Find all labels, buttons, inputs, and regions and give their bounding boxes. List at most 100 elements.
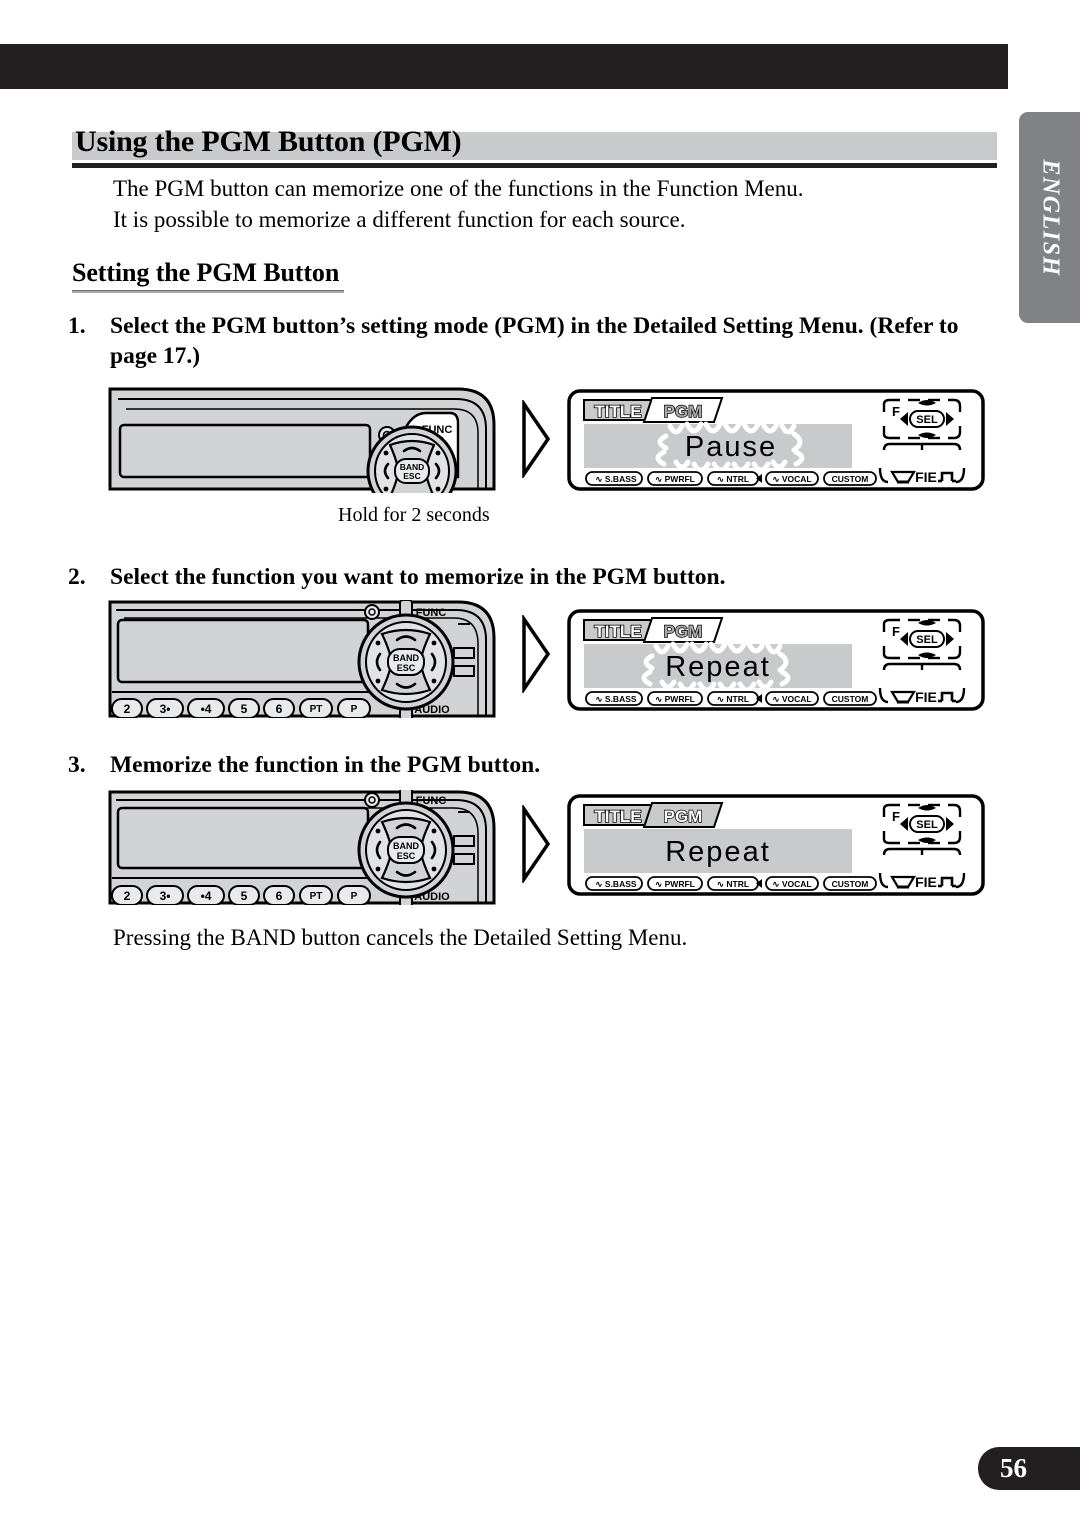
footer-note: Pressing the BAND button cancels the Det… bbox=[113, 925, 688, 950]
step-2-number: 2. bbox=[68, 564, 86, 590]
svg-text:3•: 3• bbox=[160, 889, 171, 903]
eq-sbass: ∿ S.BASS bbox=[585, 876, 643, 891]
page-number: 56 bbox=[978, 1447, 1080, 1490]
eq-pwrfl: ∿ PWRFL bbox=[647, 471, 703, 486]
page-title: Using the PGM Button (PGM) bbox=[72, 125, 997, 168]
svg-text:3•: 3• bbox=[160, 702, 171, 716]
lcd3-fie-label: FIE bbox=[915, 874, 937, 890]
svg-text:∿ S.BASS: ∿ S.BASS bbox=[595, 879, 636, 889]
lcd2-sel-label: SEL bbox=[916, 634, 938, 646]
band-label-2: BAND bbox=[393, 653, 419, 663]
esc-label-2: ESC bbox=[397, 663, 416, 673]
step-3-number: 3. bbox=[68, 752, 86, 778]
language-side-tab: ENGLISH bbox=[1019, 112, 1080, 323]
lcd-display-step-1: TITLE PGM Pause ∿ S.BASS ∿ PWRFL ∿ NTRL … bbox=[566, 388, 986, 492]
unit-illustration-step-2: 2 3• •4 5 6 PT P FUNC AUDIO BAND ESC bbox=[106, 600, 498, 718]
svg-text:2: 2 bbox=[124, 702, 131, 716]
svg-text:PT: PT bbox=[310, 704, 323, 715]
svg-text:CUSTOM: CUSTOM bbox=[832, 694, 869, 704]
eq-ntrl: ∿ NTRL bbox=[707, 876, 759, 891]
svg-text:∿ PWRFL: ∿ PWRFL bbox=[655, 694, 695, 704]
step-1-number: 1. bbox=[68, 313, 86, 339]
svg-text:6: 6 bbox=[276, 889, 283, 903]
lcd-display-step-3: TITLE PGM Repeat ∿ S.BASS ∿ PWRFL ∿ NTRL… bbox=[566, 793, 986, 897]
step-2-text: Select the function you want to memorize… bbox=[110, 564, 726, 590]
lcd3-tab-title: TITLE bbox=[594, 807, 641, 826]
lcd2-main-text: Repeat bbox=[665, 651, 771, 683]
eq-pwrfl: ∿ PWRFL bbox=[647, 876, 703, 891]
svg-text:∿ PWRFL: ∿ PWRFL bbox=[655, 879, 695, 889]
svg-text:CUSTOM: CUSTOM bbox=[832, 474, 869, 484]
step-3: 3. Memorize the function in the PGM butt… bbox=[68, 750, 968, 780]
intro-line-2: It is possible to memorize a different f… bbox=[113, 207, 686, 232]
svg-text:CUSTOM: CUSTOM bbox=[832, 879, 869, 889]
unit-illustration-step-3: 2 3• •4 5 6 PT P FUNC AUDIO BAND ESC bbox=[106, 790, 498, 905]
eq-vocal: ∿ VOCAL bbox=[765, 471, 819, 486]
svg-text:•4: •4 bbox=[201, 702, 212, 716]
eq-sbass: ∿ S.BASS bbox=[585, 691, 643, 706]
lcd1-tab-pgm: PGM bbox=[664, 402, 703, 421]
lcd2-eq-indicators: ∿ S.BASS ∿ PWRFL ∿ NTRL ∿ VOCAL CUSTOM bbox=[585, 691, 877, 706]
eq-custom: CUSTOM bbox=[823, 876, 877, 891]
flow-arrow-1 bbox=[520, 400, 554, 478]
lcd2-fie-label: FIE bbox=[915, 689, 937, 705]
lcd2-fader-label: F bbox=[892, 624, 900, 639]
esc-label-3: ESC bbox=[397, 851, 416, 861]
preset-button-3: 3• bbox=[146, 698, 184, 718]
esc-label-1: ESC bbox=[403, 471, 420, 481]
preset-button-6: 6 bbox=[263, 698, 295, 718]
svg-text:∿ S.BASS: ∿ S.BASS bbox=[595, 474, 636, 484]
flow-arrow-2 bbox=[520, 615, 554, 693]
lcd1-main-text: Pause bbox=[685, 431, 777, 463]
lcd3-sel-label: SEL bbox=[916, 819, 938, 831]
lcd3-eq-indicators: ∿ S.BASS ∿ PWRFL ∿ NTRL ∿ VOCAL CUSTOM bbox=[585, 876, 877, 891]
preset-button-3: 3• bbox=[146, 885, 184, 905]
intro-paragraph: The PGM button can memorize one of the f… bbox=[113, 173, 993, 235]
lcd1-fie-label: FIE bbox=[915, 469, 937, 485]
preset-button-2: 2 bbox=[111, 698, 143, 718]
lcd1-sel-label: SEL bbox=[916, 414, 938, 426]
eq-vocal: ∿ VOCAL bbox=[765, 876, 819, 891]
band-label-3: BAND bbox=[393, 841, 419, 851]
lcd-display-step-2: TITLE PGM Repeat ∿ S.BASS ∿ PWRFL ∿ NTRL… bbox=[566, 608, 986, 712]
preset-button-6: 6 bbox=[263, 885, 295, 905]
section-subtitle-rule bbox=[72, 290, 344, 293]
svg-text:∿ VOCAL: ∿ VOCAL bbox=[772, 879, 811, 889]
svg-text:P: P bbox=[351, 891, 358, 902]
eq-vocal: ∿ VOCAL bbox=[765, 691, 819, 706]
preset-button-p: P bbox=[337, 698, 371, 718]
section-subtitle-text: Setting the PGM Button bbox=[72, 258, 340, 287]
preset-button-2: 2 bbox=[111, 885, 143, 905]
svg-text:∿ PWRFL: ∿ PWRFL bbox=[655, 474, 695, 484]
eq-pwrfl: ∿ PWRFL bbox=[647, 691, 703, 706]
step-2: 2. Select the function you want to memor… bbox=[68, 562, 968, 592]
preset-button-pt: PT bbox=[299, 885, 333, 905]
preset-button-p: P bbox=[337, 885, 371, 905]
step-1: 1. Select the PGM button’s setting mode … bbox=[68, 311, 968, 371]
svg-text:∿ NTRL: ∿ NTRL bbox=[717, 474, 749, 484]
step-1-caption: Hold for 2 seconds bbox=[338, 504, 490, 526]
svg-text:P: P bbox=[351, 704, 358, 715]
lcd2-tab-title: TITLE bbox=[594, 622, 641, 641]
svg-text:∿ NTRL: ∿ NTRL bbox=[717, 879, 749, 889]
svg-text:•4: •4 bbox=[201, 889, 212, 903]
page-title-text: Using the PGM Button (PGM) bbox=[75, 125, 462, 158]
preset-button-5: 5 bbox=[228, 885, 260, 905]
lcd1-tab-title: TITLE bbox=[594, 402, 641, 421]
lcd1-eq-indicators: ∿ S.BASS ∿ PWRFL ∿ NTRL ∿ VOCAL CUSTOM bbox=[585, 471, 877, 486]
preset-button-4: •4 bbox=[187, 698, 225, 718]
step-3-text: Memorize the function in the PGM button. bbox=[110, 752, 541, 778]
svg-text:∿ VOCAL: ∿ VOCAL bbox=[772, 694, 811, 704]
preset-button-pt: PT bbox=[299, 698, 333, 718]
eq-ntrl: ∿ NTRL bbox=[707, 691, 759, 706]
svg-text:PT: PT bbox=[310, 891, 323, 902]
lcd1-fader-label: F bbox=[892, 404, 900, 419]
svg-text:∿ S.BASS: ∿ S.BASS bbox=[595, 694, 636, 704]
preset-button-4: •4 bbox=[187, 885, 225, 905]
eq-custom: CUSTOM bbox=[823, 691, 877, 706]
svg-text:2: 2 bbox=[124, 889, 131, 903]
eq-sbass: ∿ S.BASS bbox=[585, 471, 643, 486]
svg-text:5: 5 bbox=[241, 702, 248, 716]
top-black-bar bbox=[0, 44, 1008, 89]
lcd3-fader-label: F bbox=[892, 809, 900, 824]
